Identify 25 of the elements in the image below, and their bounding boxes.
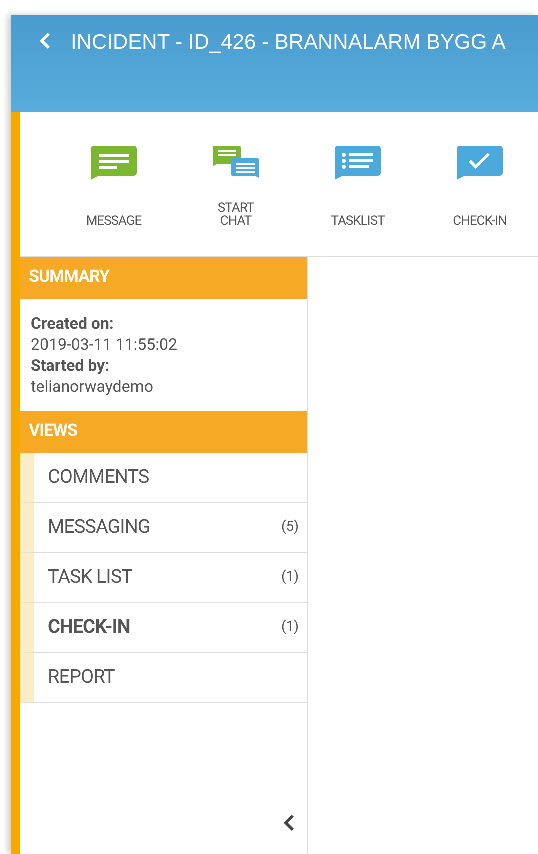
field-value: telianorwaydemo — [31, 376, 154, 397]
chat-bubbles-icon — [213, 146, 259, 180]
count-label: (1) — [281, 618, 299, 637]
action-button[interactable]: CHECK-IN — [422, 146, 538, 228]
action-button[interactable]: START CHAT — [178, 146, 294, 228]
field-value: 2019-03-11 11:55:02 — [31, 334, 178, 355]
field-label: Created on: — [31, 313, 115, 334]
view-item[interactable]: MESSAGING (5) — [20, 503, 307, 553]
section-header: SUMMARY — [20, 257, 307, 299]
view-item[interactable]: REPORT — [20, 653, 307, 703]
action-button[interactable]: TASKLIST — [300, 146, 416, 228]
view-item[interactable]: TASK LIST (1) — [20, 553, 307, 603]
message-icon — [91, 146, 137, 180]
view-item[interactable]: COMMENTS — [20, 453, 307, 503]
incident-title: INCIDENT - ID_426 - BRANNALARM BYGG A — [71, 30, 506, 56]
action-button[interactable]: MESSAGE — [56, 146, 172, 228]
collapse-icon[interactable] — [283, 814, 295, 832]
list-bubble-icon — [335, 146, 381, 180]
checkmark-bubble-icon — [457, 146, 503, 180]
section-header: VIEWS — [20, 411, 307, 453]
field-label: Started by: — [31, 355, 111, 376]
back-icon[interactable] — [39, 32, 51, 50]
count-label: (1) — [281, 568, 299, 587]
view-item[interactable]: CHECK-IN (1) — [20, 603, 307, 653]
count-label: (5) — [281, 518, 299, 537]
